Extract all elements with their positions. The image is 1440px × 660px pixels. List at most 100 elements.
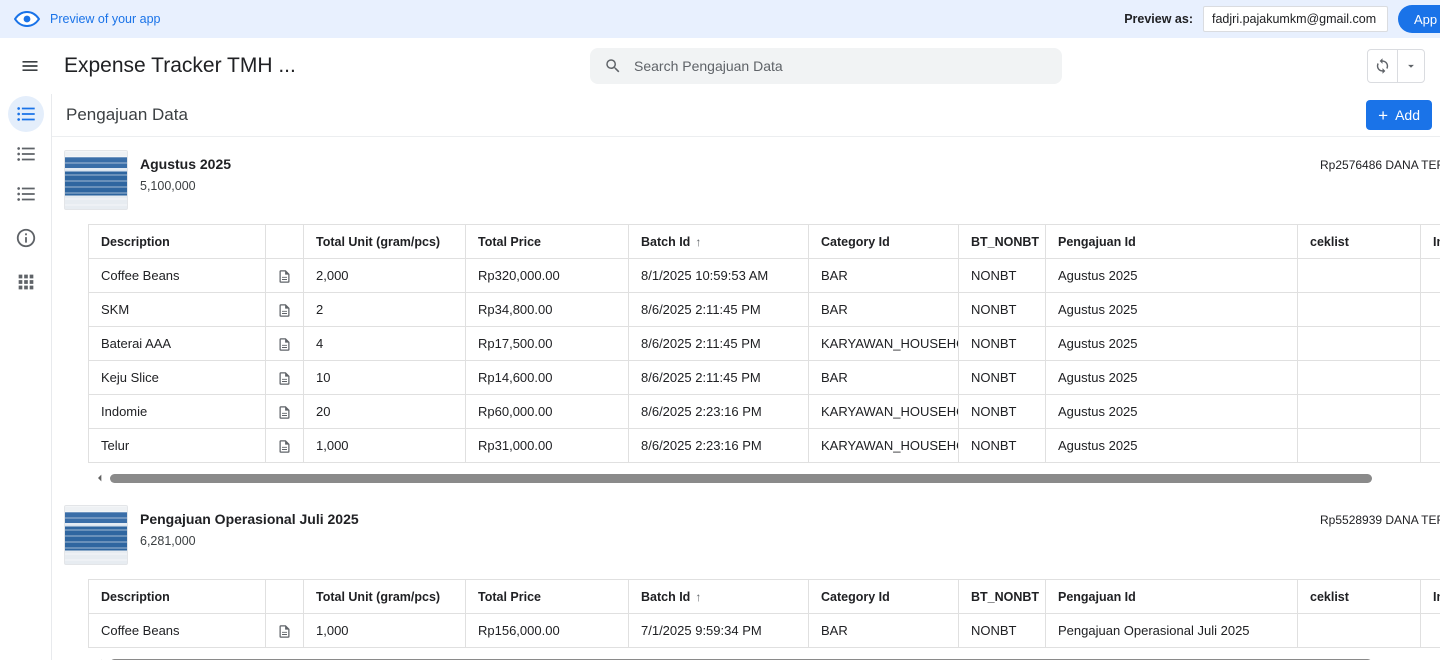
- column-header-category-id[interactable]: Category Id: [808, 579, 959, 614]
- table-row[interactable]: Indomie 20 Rp60,000.00 8/6/2025 2:23:16 PM K…: [88, 394, 1440, 429]
- table-header-row: Description Total Unit (gram/pcs) Total Pr…: [88, 579, 1440, 614]
- chevron-down-icon[interactable]: [1398, 50, 1424, 82]
- receipt-thumbnail-image[interactable]: [64, 150, 128, 210]
- cell-attachment[interactable]: [265, 292, 304, 327]
- app-preview-window: Preview of your app Preview as: App Expe…: [0, 0, 1440, 660]
- cell-category-id: BAR: [808, 258, 959, 293]
- group-header[interactable]: Pengajuan Operasional Juli 2025 6,281,00…: [52, 492, 1440, 579]
- document-icon: [279, 269, 290, 283]
- column-header-ceklist[interactable]: ceklist: [1297, 224, 1421, 259]
- column-header-description[interactable]: Description: [88, 224, 266, 259]
- group-table: Description Total Unit (gram/pcs) Total Pr…: [88, 224, 1440, 463]
- scroll-left-icon[interactable]: [92, 470, 108, 486]
- document-icon: [279, 624, 290, 638]
- column-header-attachment[interactable]: [265, 224, 304, 259]
- cell-ceklist: [1297, 360, 1421, 395]
- cell-total-price: Rp14,600.00: [465, 360, 629, 395]
- column-header-category-id[interactable]: Category Id: [808, 224, 959, 259]
- cell-category-id: BAR: [808, 360, 959, 395]
- column-header-bt-nonbt[interactable]: BT_NONBT: [958, 224, 1046, 259]
- sidebar-item-about[interactable]: [0, 218, 52, 258]
- preview-as-email-input[interactable]: [1203, 6, 1388, 32]
- table-row[interactable]: Telur 1,000 Rp31,000.00 8/6/2025 2:23:16 PM…: [88, 428, 1440, 463]
- search-box[interactable]: [590, 48, 1062, 84]
- cell-description: Baterai AAA: [88, 326, 266, 361]
- preview-bar-label: Preview of your app: [50, 12, 161, 26]
- horizontal-scrollbar: [92, 472, 1440, 484]
- expense-group: Pengajuan Operasional Juli 2025 6,281,00…: [52, 492, 1440, 660]
- list-icon: [16, 147, 35, 161]
- cell-attachment[interactable]: [265, 326, 304, 361]
- table-row[interactable]: SKM 2 Rp34,800.00 8/6/2025 2:11:45 PM BAR NON…: [88, 292, 1440, 327]
- column-header-bt-nonbt[interactable]: BT_NONBT: [958, 579, 1046, 614]
- eye-icon: [14, 10, 40, 28]
- column-header-batch-id[interactable]: Batch Id ↑: [628, 579, 809, 614]
- menu-icon[interactable]: [16, 52, 44, 80]
- cell-ceklist: [1297, 613, 1421, 648]
- column-header-description[interactable]: Description: [88, 579, 266, 614]
- sort-ascending-icon: ↑: [695, 234, 702, 249]
- cell-category-id: KARYAWAN_HOUSEHOLDS: [808, 394, 959, 429]
- column-header-total-unit[interactable]: Total Unit (gram/pcs): [303, 224, 466, 259]
- column-header-image[interactable]: Im: [1420, 224, 1440, 259]
- column-header-pengajuan-id[interactable]: Pengajuan Id: [1045, 579, 1298, 614]
- sidebar-item-view-3[interactable]: [0, 174, 52, 214]
- cell-bt-nonbt: NONBT: [958, 428, 1046, 463]
- cell-pengajuan-id: Agustus 2025: [1045, 258, 1298, 293]
- column-header-label: Pengajuan Id: [1058, 234, 1136, 249]
- column-header-attachment[interactable]: [265, 579, 304, 614]
- column-header-batch-id[interactable]: Batch Id ↑: [628, 224, 809, 259]
- main-content: Pengajuan Data + Add Agustus 2025 5,100,…: [52, 94, 1440, 660]
- scrollbar-track[interactable]: [110, 473, 1440, 483]
- cell-bt-nonbt: NONBT: [958, 326, 1046, 361]
- cell-attachment[interactable]: [265, 394, 304, 429]
- sync-icon[interactable]: [1368, 50, 1397, 82]
- cell-pengajuan-id: Agustus 2025: [1045, 326, 1298, 361]
- table-row[interactable]: Keju Slice 10 Rp14,600.00 8/6/2025 2:11:45 …: [88, 360, 1440, 395]
- search-input[interactable]: [634, 58, 1048, 74]
- scrollbar-thumb[interactable]: [110, 473, 1372, 483]
- cell-bt-nonbt: NONBT: [958, 394, 1046, 429]
- cell-attachment[interactable]: [265, 258, 304, 293]
- cell-attachment[interactable]: [265, 360, 304, 395]
- column-header-image[interactable]: Im: [1420, 579, 1440, 614]
- document-icon: [279, 405, 290, 419]
- group-titles: Pengajuan Operasional Juli 2025 6,281,00…: [140, 505, 359, 548]
- cell-total-price: Rp60,000.00: [465, 394, 629, 429]
- apps-grid-icon: [18, 274, 33, 290]
- cell-pengajuan-id: Agustus 2025: [1045, 360, 1298, 395]
- cell-description: Coffee Beans: [88, 613, 266, 648]
- column-header-label: Category Id: [821, 234, 890, 249]
- group-total: 5,100,000: [140, 179, 196, 193]
- app-button[interactable]: App: [1398, 5, 1440, 33]
- receipt-thumbnail-image[interactable]: [64, 505, 128, 565]
- cell-attachment[interactable]: [265, 428, 304, 463]
- sidebar: [0, 94, 52, 660]
- sidebar-item-pengajuan-data[interactable]: [0, 94, 52, 134]
- cell-batch-id: 8/1/2025 10:59:53 AM: [628, 258, 809, 293]
- cell-total-price: Rp156,000.00: [465, 613, 629, 648]
- cell-category-id: KARYAWAN_HOUSEHOLDS: [808, 428, 959, 463]
- table-row[interactable]: Coffee Beans 1,000 Rp156,000.00 7/1/2025 9:…: [88, 613, 1440, 648]
- sidebar-item-apps[interactable]: [0, 262, 52, 302]
- table-row[interactable]: Baterai AAA 4 Rp17,500.00 8/6/2025 2:11:45 …: [88, 326, 1440, 361]
- group-summary-text: Rp5528939 DANA TERPA: [1320, 513, 1440, 527]
- cell-attachment[interactable]: [265, 613, 304, 648]
- column-header-label: BT_NONBT: [971, 589, 1040, 604]
- cell-batch-id: 8/6/2025 2:23:16 PM: [628, 428, 809, 463]
- preview-as-label: Preview as:: [1124, 12, 1193, 26]
- sidebar-item-view-2[interactable]: [0, 134, 52, 174]
- cell-ceklist: [1297, 326, 1421, 361]
- cell-total-price: Rp17,500.00: [465, 326, 629, 361]
- table-row[interactable]: Coffee Beans 2,000 Rp320,000.00 8/1/2025 10…: [88, 258, 1440, 293]
- group-header[interactable]: Agustus 2025 5,100,000 Rp2576486 DANA TE…: [52, 137, 1440, 224]
- column-header-total-price[interactable]: Total Price: [465, 579, 629, 614]
- column-header-pengajuan-id[interactable]: Pengajuan Id: [1045, 224, 1298, 259]
- scroll-left-icon[interactable]: [92, 655, 108, 660]
- column-header-ceklist[interactable]: ceklist: [1297, 579, 1421, 614]
- cell-total-price: Rp34,800.00: [465, 292, 629, 327]
- add-button[interactable]: + Add: [1366, 100, 1432, 130]
- column-header-total-price[interactable]: Total Price: [465, 224, 629, 259]
- column-header-total-unit[interactable]: Total Unit (gram/pcs): [303, 579, 466, 614]
- sync-split-button: [1367, 49, 1425, 83]
